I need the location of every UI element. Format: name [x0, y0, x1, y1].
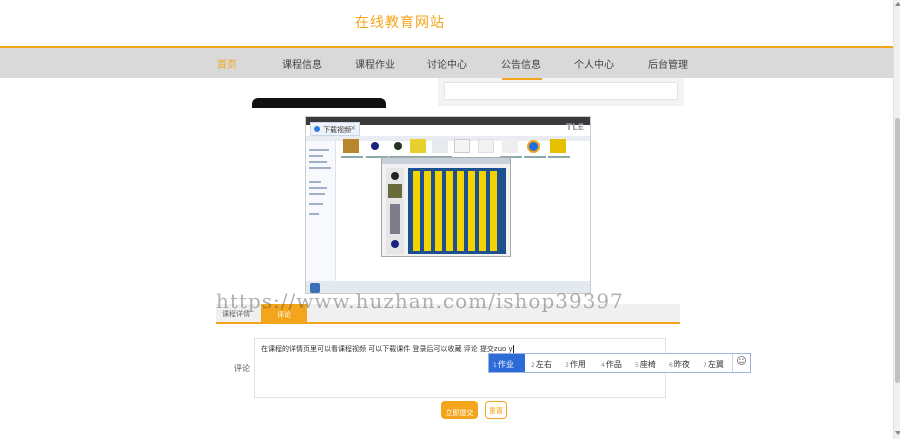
ime-candidate[interactable]: 7左翼 — [699, 354, 733, 372]
video-tab-label: 下载视频 — [323, 126, 351, 134]
game-window — [381, 157, 511, 257]
game-tile — [388, 184, 402, 198]
game-side-panel — [386, 168, 404, 254]
browser-tab-icon — [314, 126, 320, 132]
site-title: 在线教育网站 — [355, 15, 445, 31]
sidebar-row — [309, 203, 323, 205]
sidebar-row — [309, 187, 327, 189]
scroll-thumb[interactable] — [895, 118, 900, 383]
ime-candidate[interactable]: 5座椅 — [631, 354, 665, 372]
page: 在线教育网站 首页 课程信息 课程作业 讨论中心 公告信息 个人中心 后台管理 … — [0, 0, 900, 439]
nav-item-announcements[interactable]: 公告信息 — [501, 56, 541, 71]
game-board — [408, 168, 506, 254]
game-lane — [446, 171, 453, 251]
watermark: https://www.huzhan.com/ishop39397 — [216, 289, 624, 313]
course-info-panel — [444, 82, 678, 100]
file-thumbnail — [548, 139, 570, 158]
course-info-accent — [502, 78, 542, 80]
sidebar-row — [309, 161, 327, 163]
file-thumbnail — [430, 139, 452, 158]
ime-candidate[interactable]: 4作品 — [597, 354, 631, 372]
submit-button[interactable]: 立即提交 — [441, 401, 478, 419]
nav-item-courses[interactable]: 课程信息 — [282, 56, 322, 71]
course-image-card — [210, 78, 428, 108]
comment-label: 评论 — [234, 364, 250, 373]
nav-item-personal[interactable]: 个人中心 — [574, 56, 614, 71]
game-lane — [413, 171, 420, 251]
game-lane — [479, 171, 486, 251]
comment-text: 在课程的详情页里可以看课程视频 可以下载课件 登录后可以收藏 评论 提交zuo … — [261, 345, 513, 353]
game-lane — [490, 171, 497, 251]
emoji-icon[interactable]: ☺ — [732, 354, 750, 372]
game-lane — [435, 171, 442, 251]
ime-candidate-bar: 1作业 2左右 3作用 4作品 5座椅 6昨夜 7左翼 ☺ — [488, 353, 751, 373]
main-nav: 首页 课程信息 课程作业 讨论中心 公告信息 个人中心 后台管理 — [0, 46, 893, 78]
nav-item-discussion[interactable]: 讨论中心 — [427, 56, 467, 71]
sidebar-row — [309, 213, 319, 215]
file-thumbnail — [394, 142, 402, 150]
sidebar-row — [309, 155, 323, 157]
ime-candidate[interactable]: 2左右 — [527, 354, 561, 372]
file-thumbnail — [341, 139, 363, 158]
file-thumbnail — [500, 139, 522, 158]
sidebar-row — [309, 167, 331, 169]
video-window-tab: 下载视频 × — [310, 122, 360, 136]
game-titlebar — [382, 158, 510, 164]
reset-button[interactable]: 重置 — [485, 401, 507, 419]
course-video[interactable]: 下载视频 × TLE — [305, 116, 591, 294]
nav-item-home[interactable]: 首页 — [217, 56, 237, 71]
video-explorer-sidebar — [306, 141, 336, 281]
file-thumbnail — [371, 142, 379, 150]
file-thumbnail — [477, 139, 499, 159]
course-info-card — [438, 78, 684, 106]
sidebar-row — [309, 149, 329, 151]
ie-icon — [527, 140, 540, 153]
game-lane — [457, 171, 464, 251]
ime-candidate[interactable]: 6昨夜 — [665, 354, 699, 372]
ime-candidate[interactable]: 1作业 — [489, 354, 525, 372]
sidebar-row — [309, 181, 321, 183]
sidebar-row — [309, 193, 325, 195]
video-logo: TLE — [565, 123, 584, 133]
game-stripe — [390, 204, 400, 234]
page-scrollbar[interactable] — [893, 0, 900, 439]
game-lane — [424, 171, 431, 251]
game-token — [391, 172, 399, 180]
nav-item-homework[interactable]: 课程作业 — [355, 56, 395, 71]
ime-candidate[interactable]: 3作用 — [561, 354, 595, 372]
close-icon: × — [350, 124, 356, 132]
file-thumbnail — [453, 139, 475, 159]
game-token — [391, 240, 399, 248]
file-thumbnail — [408, 139, 430, 158]
course-image — [252, 98, 386, 108]
text-caret — [512, 345, 514, 353]
game-lane — [468, 171, 475, 251]
scroll-down-icon[interactable] — [895, 431, 900, 435]
nav-item-admin[interactable]: 后台管理 — [648, 56, 688, 71]
scroll-up-icon[interactable] — [895, 2, 900, 6]
